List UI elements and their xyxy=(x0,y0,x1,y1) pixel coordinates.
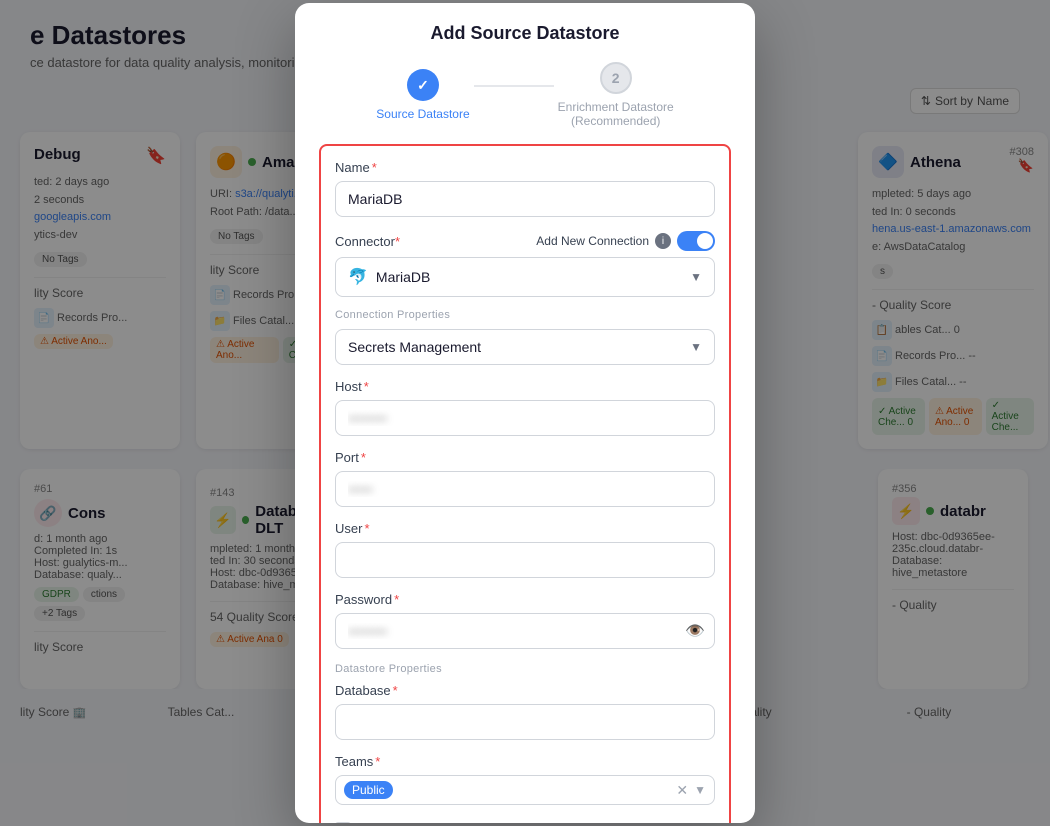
add-new-connection: Add New Connection i xyxy=(536,231,715,251)
password-field-group: Password* 👁️ xyxy=(335,592,715,649)
step-2: 2 Enrichment Datastore(Recommended) xyxy=(558,62,674,128)
connector-row: Connector* Add New Connection i xyxy=(335,231,715,251)
teams-chevron-icon[interactable]: ▼ xyxy=(694,783,706,797)
team-chip-label: Public xyxy=(352,783,385,797)
initiate-label: Initiate Cataloging xyxy=(361,821,715,823)
name-label: Name* xyxy=(335,160,715,175)
database-field-group: Database* xyxy=(335,683,715,740)
name-input[interactable] xyxy=(335,181,715,217)
datastore-properties-label: Datastore Properties xyxy=(335,663,715,675)
clear-icon[interactable]: ✕ xyxy=(676,782,688,799)
connector-value: MariaDB xyxy=(376,269,430,285)
teams-field-group: Teams* Public ✕ ▼ xyxy=(335,754,715,805)
step-2-label: Enrichment Datastore(Recommended) xyxy=(558,100,674,128)
connector-label: Connector* xyxy=(335,234,400,249)
chevron-down-icon: ▼ xyxy=(690,270,702,284)
step-1-label: Source Datastore xyxy=(376,107,469,121)
host-input[interactable] xyxy=(335,400,715,436)
host-label: Host* xyxy=(335,379,715,394)
host-input-wrapper xyxy=(335,400,715,436)
step-1-circle: ✓ xyxy=(407,69,439,101)
eye-icon[interactable]: 👁️ xyxy=(685,621,705,641)
user-label: User* xyxy=(335,521,715,536)
port-field-group: Port* xyxy=(335,450,715,507)
connector-section: Name* Connector* Add New Connection i 🐬 xyxy=(319,144,731,823)
modal-title: Add Source Datastore xyxy=(319,23,731,44)
password-input-wrapper: 👁️ xyxy=(335,613,715,649)
mariadb-icon: 🐬 xyxy=(348,267,368,287)
database-input[interactable] xyxy=(335,704,715,740)
chevron-down-icon: ▼ xyxy=(690,340,702,354)
initiate-checkbox[interactable] xyxy=(335,822,351,823)
info-icon[interactable]: i xyxy=(655,233,671,249)
user-input[interactable] xyxy=(335,542,715,578)
public-team-chip: Public xyxy=(344,781,393,799)
name-field-group: Name* xyxy=(335,160,715,217)
toggle-switch[interactable] xyxy=(677,231,715,251)
user-field-group: User* xyxy=(335,521,715,578)
port-input-wrapper xyxy=(335,471,715,507)
teams-input-area[interactable]: Public ✕ ▼ xyxy=(335,775,715,805)
modal-body: Name* Connector* Add New Connection i 🐬 xyxy=(295,144,755,823)
connection-properties-label: Connection Properties xyxy=(335,309,715,321)
database-label: Database* xyxy=(335,683,715,698)
initiate-cataloging-row: Initiate Cataloging Automatically start … xyxy=(335,819,715,823)
step-2-circle: 2 xyxy=(600,62,632,94)
add-source-datastore-modal: Add Source Datastore ✓ Source Datastore … xyxy=(295,3,755,823)
secrets-management-select[interactable]: Secrets Management ▼ xyxy=(335,329,715,365)
password-input[interactable] xyxy=(335,613,715,649)
connector-select[interactable]: 🐬 MariaDB ▼ xyxy=(335,257,715,297)
secrets-management-label: Secrets Management xyxy=(348,339,481,355)
step-connector xyxy=(474,85,554,87)
host-field-group: Host* xyxy=(335,379,715,436)
modal-header: Add Source Datastore ✓ Source Datastore … xyxy=(295,3,755,144)
check-icon: ✓ xyxy=(417,77,429,94)
connector-select-inner: 🐬 MariaDB xyxy=(348,267,430,287)
teams-label: Teams* xyxy=(335,754,715,769)
port-input[interactable] xyxy=(335,471,715,507)
add-new-connection-label: Add New Connection xyxy=(536,234,649,248)
stepper: ✓ Source Datastore 2 Enrichment Datastor… xyxy=(319,62,731,128)
step-2-number: 2 xyxy=(612,70,620,86)
initiate-text-area: Initiate Cataloging Automatically start … xyxy=(361,821,715,823)
password-label: Password* xyxy=(335,592,715,607)
step-1: ✓ Source Datastore xyxy=(376,69,469,121)
port-label: Port* xyxy=(335,450,715,465)
